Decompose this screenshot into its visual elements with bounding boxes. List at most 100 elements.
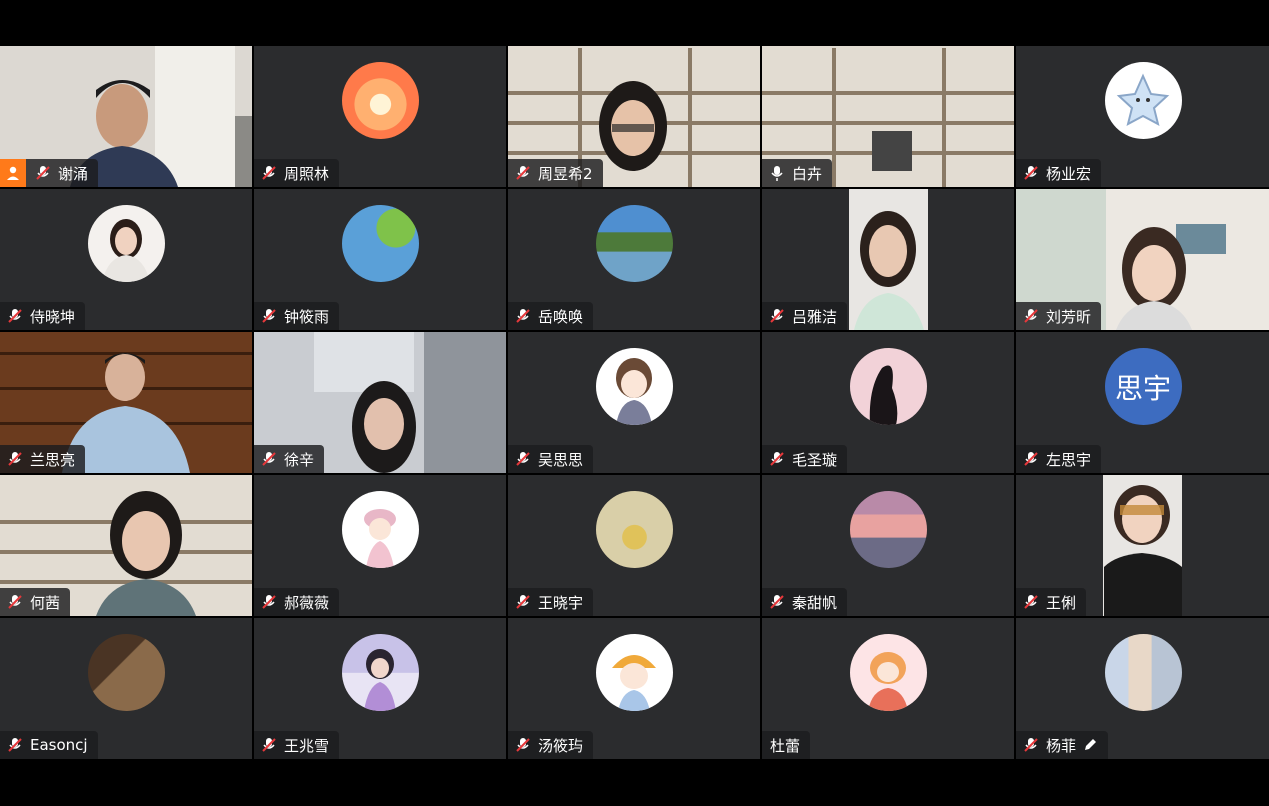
participant-tile[interactable]: 杨业宏 (1016, 46, 1269, 187)
mic-muted-icon (262, 452, 276, 466)
participant-tile[interactable]: 思宇 左思宇 (1016, 332, 1269, 473)
host-icon (0, 159, 26, 187)
participant-tile[interactable]: 毛圣璇 (762, 332, 1014, 473)
green-leaves-avatar (342, 205, 419, 282)
cartoon-hat-avatar (596, 634, 673, 711)
mic-muted-icon (516, 738, 530, 752)
participant-name: 刘芳昕 (1046, 307, 1092, 326)
mic-muted-icon (262, 738, 276, 752)
name-tag: 杜蕾 (762, 731, 811, 759)
participant-tile[interactable]: 谢涌 (0, 46, 252, 187)
participant-tile[interactable]: 钟筱雨 (254, 189, 506, 330)
mic-muted-icon (516, 595, 530, 609)
mic-muted-icon (770, 595, 784, 609)
snow-girl-avatar (342, 634, 419, 711)
name-tag: 杨业宏 (1016, 159, 1102, 187)
participant-name: 谢涌 (58, 164, 89, 183)
participant-tile[interactable]: 周昱希2 (508, 46, 760, 187)
name-tag: 周照林 (254, 159, 340, 187)
name-tag: 侍晓坤 (0, 302, 86, 330)
mic-muted-icon (770, 309, 784, 323)
participant-tile[interactable]: 杨菲 (1016, 618, 1269, 759)
name-tag: 兰思亮 (0, 445, 86, 473)
mic-muted-icon (8, 309, 22, 323)
name-tag: 王兆雪 (254, 731, 340, 759)
participant-name: 徐辛 (284, 450, 315, 469)
participant-name: 侍晓坤 (30, 307, 76, 326)
name-tag: 岳唤唤 (508, 302, 594, 330)
mic-icon (771, 166, 783, 181)
mic-muted-icon (1024, 738, 1038, 752)
participant-name: 白卉 (792, 164, 823, 183)
cartoon-fishing-avatar (342, 491, 419, 568)
name-tag: 秦甜帆 (762, 588, 848, 616)
mic-muted-icon (262, 595, 276, 609)
participant-tile[interactable]: 岳唤唤 (508, 189, 760, 330)
name-tag: 吴思思 (508, 445, 594, 473)
name-tag: 左思宇 (1016, 445, 1102, 473)
participant-tile[interactable]: 吴思思 (508, 332, 760, 473)
name-tag: 何茜 (0, 588, 71, 616)
mic-muted-icon (516, 309, 530, 323)
participant-tile[interactable]: 周照林 (254, 46, 506, 187)
participant-name: 岳唤唤 (538, 307, 584, 326)
participant-name: 吕雅洁 (792, 307, 838, 326)
name-tag: 汤筱玙 (508, 731, 594, 759)
participant-name: 杨菲 (1046, 736, 1077, 755)
ginkgo-leaf-avatar (596, 491, 673, 568)
pink-sky-avatar (850, 491, 927, 568)
mic-muted-icon (8, 595, 22, 609)
participant-tile[interactable]: 徐辛 (254, 332, 506, 473)
sunset-avatar (342, 62, 419, 139)
participant-tile[interactable]: 秦甜帆 (762, 475, 1014, 616)
name-tag: 谢涌 (0, 159, 99, 187)
participant-tile[interactable]: 杜蕾 (762, 618, 1014, 759)
mic-muted-icon (516, 166, 530, 180)
name-tag: 王俐 (1016, 588, 1087, 616)
name-tag: 郝薇薇 (254, 588, 340, 616)
mic-muted-icon (1024, 166, 1038, 180)
name-tag: 徐辛 (254, 445, 325, 473)
video-grid: 谢涌 周照林 周昱希2 白卉 杨业宏 侍晓坤 钟筱雨 岳唤唤 吕雅洁 刘芳昕 兰… (0, 46, 1269, 759)
participant-name: 周昱希2 (538, 164, 593, 183)
participant-tile[interactable]: 何茜 (0, 475, 252, 616)
mic-muted-icon (36, 166, 50, 180)
participant-name: 王俐 (1046, 593, 1077, 612)
building-photo-avatar (1104, 634, 1182, 711)
name-tag: 白卉 (762, 159, 833, 187)
participant-name: 王兆雪 (284, 736, 330, 755)
name-tag: 刘芳昕 (1016, 302, 1102, 330)
participant-name: 左思宇 (1046, 450, 1092, 469)
participant-tile[interactable]: 王兆雪 (254, 618, 506, 759)
name-tag: 钟筱雨 (254, 302, 340, 330)
name-tag: 毛圣璇 (762, 445, 848, 473)
participant-tile[interactable]: 刘芳昕 (1016, 189, 1269, 330)
mic-muted-icon (262, 309, 276, 323)
participant-name: 王晓宇 (538, 593, 584, 612)
pencil-icon[interactable] (1082, 737, 1098, 753)
participant-tile[interactable]: 兰思亮 (0, 332, 252, 473)
mic-muted-icon (1024, 309, 1038, 323)
participant-tile[interactable]: 王晓宇 (508, 475, 760, 616)
participant-name: Easoncj (30, 736, 88, 754)
participant-name: 汤筱玙 (538, 736, 584, 755)
cartoon-tiger-avatar (850, 634, 927, 711)
mic-muted-icon (8, 738, 22, 752)
participant-tile[interactable]: 郝薇薇 (254, 475, 506, 616)
mic-muted-icon (1024, 452, 1038, 466)
participant-tile[interactable]: Easoncj (0, 618, 252, 759)
participant-tile[interactable]: 白卉 (762, 46, 1014, 187)
participant-tile[interactable]: 侍晓坤 (0, 189, 252, 330)
silhouette-avatar (850, 348, 927, 425)
participant-tile[interactable]: 王俐 (1016, 475, 1269, 616)
participant-name: 兰思亮 (30, 450, 76, 469)
participant-tile[interactable]: 吕雅洁 (762, 189, 1014, 330)
participant-name: 何茜 (30, 593, 61, 612)
participant-name: 毛圣璇 (792, 450, 838, 469)
participant-tile[interactable]: 汤筱玙 (508, 618, 760, 759)
participant-name: 郝薇薇 (284, 593, 330, 612)
mic-muted-icon (262, 166, 276, 180)
participant-name: 钟筱雨 (284, 307, 330, 326)
mic-muted-icon (1024, 595, 1038, 609)
couple-photo-avatar (88, 634, 165, 711)
